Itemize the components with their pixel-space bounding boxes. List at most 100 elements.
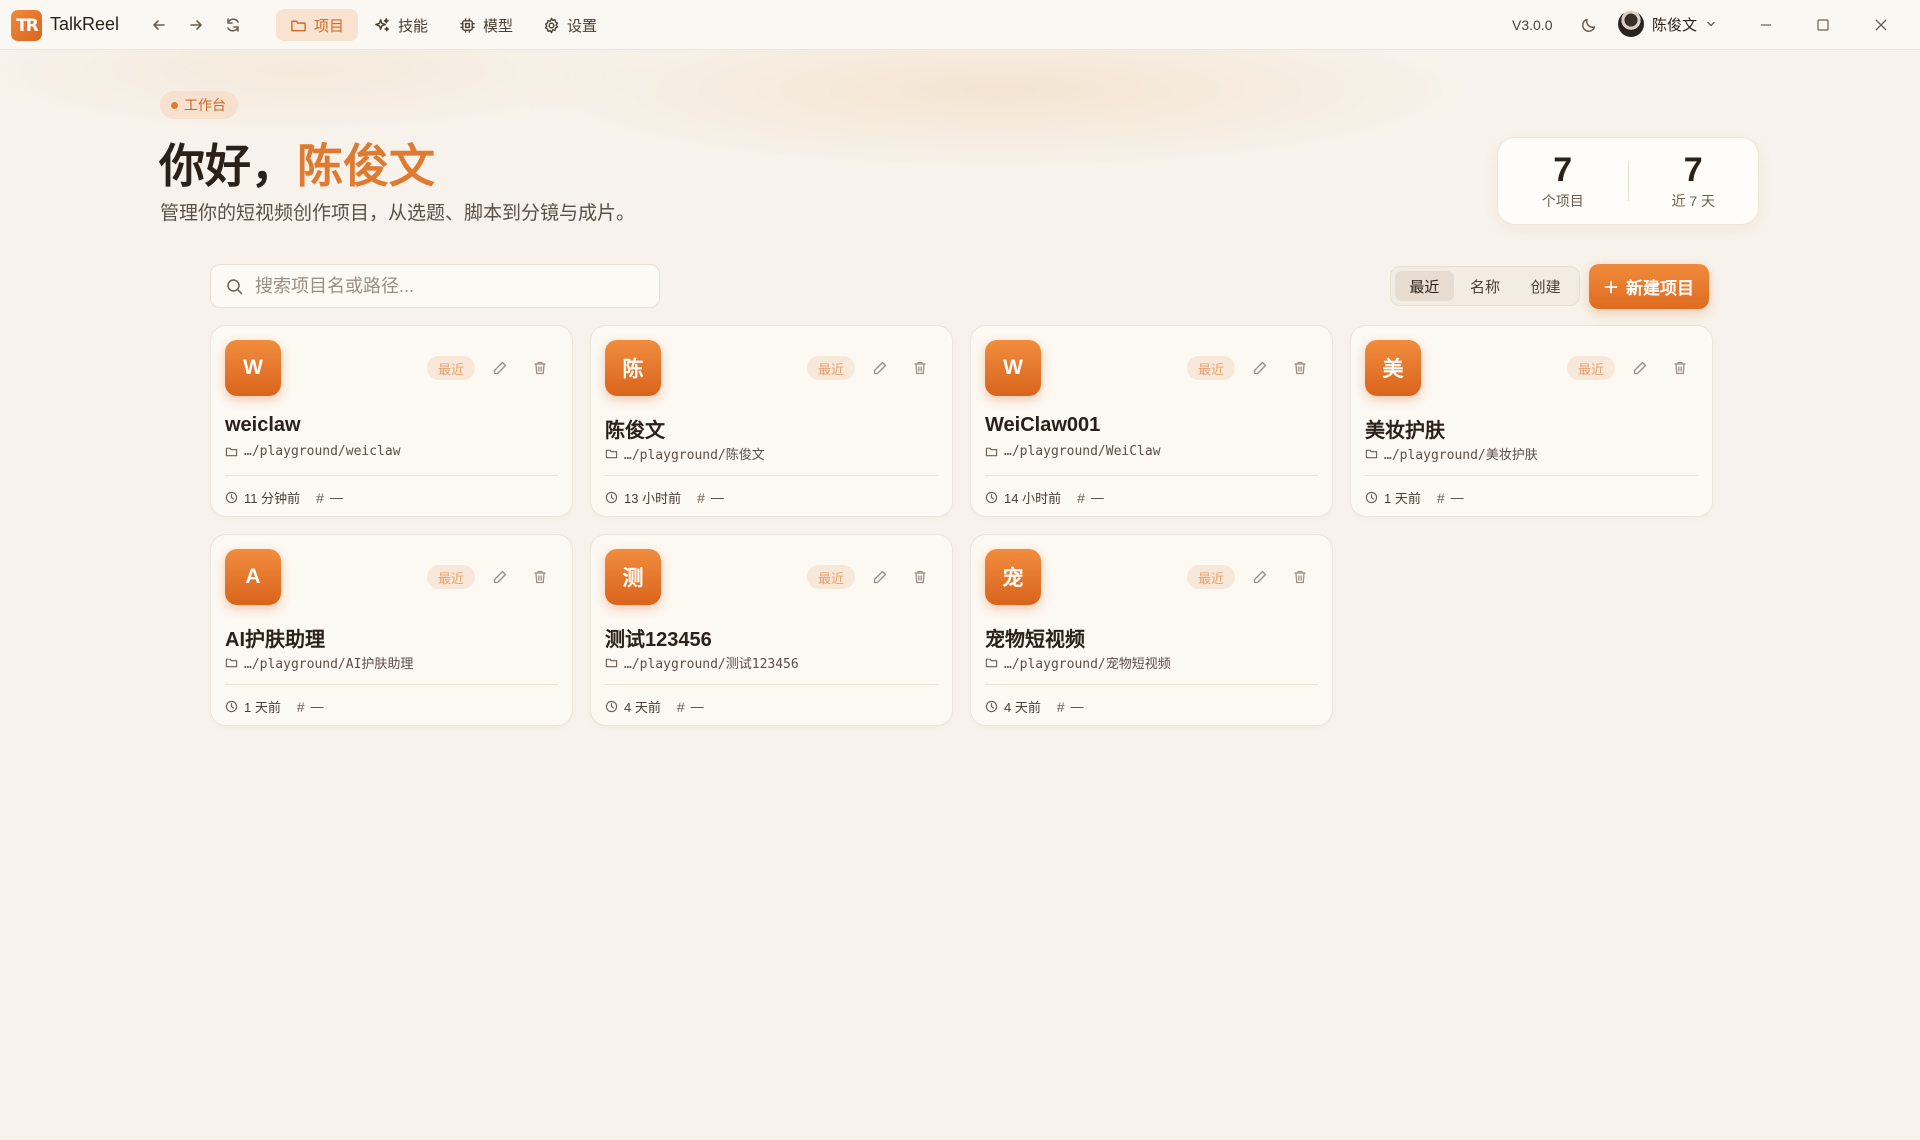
stat-recent-count: 7 近 7 天 xyxy=(1629,151,1759,211)
sort-recent-button[interactable]: 最近 xyxy=(1395,271,1454,301)
chevron-down-icon xyxy=(1707,21,1715,27)
edit-icon[interactable] xyxy=(870,567,890,587)
project-card[interactable]: W 最近 weiclaw …/playground/weiclaw 11 分钟前… xyxy=(210,325,573,517)
tab-skills[interactable]: 技能 xyxy=(360,9,442,41)
edit-icon[interactable] xyxy=(1250,358,1270,378)
stat-value: 7 xyxy=(1683,151,1703,189)
moon-icon[interactable] xyxy=(1578,14,1600,36)
folder-icon xyxy=(985,658,998,668)
sort-toggle: 最近 名称 创建 xyxy=(1390,266,1580,306)
project-card[interactable]: A 最近 AI护肤助理 …/playground/AI护肤助理 1 天前 # — xyxy=(210,534,573,726)
project-path: …/playground/美妆护肤 xyxy=(1365,444,1538,463)
search-icon xyxy=(227,278,243,294)
project-card[interactable]: W 最近 WeiClaw001 …/playground/WeiClaw 14 … xyxy=(970,325,1333,517)
project-card[interactable]: 测 最近 测试123456 …/playground/测试123456 4 天前… xyxy=(590,534,953,726)
recent-badge: 最近 xyxy=(807,565,856,589)
new-project-button[interactable]: 新建项目 xyxy=(1589,264,1709,309)
recent-badge: 最近 xyxy=(427,356,476,380)
project-card[interactable]: 美 最近 美妆护肤 …/playground/美妆护肤 1 天前 # — xyxy=(1350,325,1713,517)
folder-icon xyxy=(1365,449,1378,459)
user-menu[interactable]: 陈俊文 xyxy=(1618,11,1717,37)
project-path-text: …/playground/测试123456 xyxy=(624,657,799,672)
hash-icon: # xyxy=(1077,489,1085,506)
tab-settings[interactable]: 设置 xyxy=(529,9,611,41)
project-avatar: W xyxy=(225,340,281,396)
workspace-tag: 工作台 xyxy=(160,91,238,119)
tab-models[interactable]: 模型 xyxy=(445,9,527,41)
cpu-icon xyxy=(460,17,475,33)
card-divider xyxy=(985,684,1318,685)
project-meta: 1 天前 # — xyxy=(225,697,324,716)
project-path-text: …/playground/宠物短视频 xyxy=(1004,657,1171,672)
project-path: …/playground/宠物短视频 xyxy=(985,653,1171,672)
tag-dot xyxy=(171,101,178,109)
clock-icon xyxy=(1365,491,1378,504)
plus-icon xyxy=(1604,280,1618,293)
title-bar: TR TalkReel 项目 技能 模型 设置 V3.0.0 陈俊文 xyxy=(0,0,1920,50)
maximize-icon[interactable] xyxy=(1811,13,1835,37)
project-path-text: …/playground/AI护肤助理 xyxy=(244,657,414,672)
back-arrow-icon[interactable] xyxy=(148,14,170,36)
edit-icon[interactable] xyxy=(1250,567,1270,587)
forward-arrow-icon[interactable] xyxy=(185,14,207,36)
recent-badge: 最近 xyxy=(1187,565,1236,589)
minimize-icon[interactable] xyxy=(1754,13,1778,37)
project-meta: 11 分钟前 # — xyxy=(225,488,343,507)
delete-icon[interactable] xyxy=(1290,567,1310,587)
project-tag: — xyxy=(690,699,704,714)
project-avatar: A xyxy=(225,549,281,605)
sort-created-button[interactable]: 创建 xyxy=(1516,271,1575,301)
refresh-icon[interactable] xyxy=(222,14,244,36)
tab-models-label: 模型 xyxy=(483,17,514,35)
project-meta: 4 天前 # — xyxy=(985,697,1084,716)
project-title: WeiClaw001 xyxy=(985,414,1101,436)
delete-icon[interactable] xyxy=(1290,358,1310,378)
edit-icon[interactable] xyxy=(1630,358,1650,378)
delete-icon[interactable] xyxy=(530,358,550,378)
project-meta: 13 小时前 # — xyxy=(605,488,724,507)
project-title: 宠物短视频 xyxy=(985,629,1085,651)
app-name: TalkReel xyxy=(50,14,120,34)
stat-label: 近 7 天 xyxy=(1671,193,1716,209)
delete-icon[interactable] xyxy=(530,567,550,587)
delete-icon[interactable] xyxy=(910,358,930,378)
project-tag: — xyxy=(710,490,724,505)
hash-icon: # xyxy=(1436,489,1445,506)
project-path-text: …/playground/weiclaw xyxy=(244,444,401,459)
card-divider xyxy=(985,475,1318,476)
hash-icon: # xyxy=(697,489,705,506)
search-box xyxy=(210,264,660,308)
edit-icon[interactable] xyxy=(490,567,510,587)
avatar xyxy=(1618,11,1644,37)
page-title: 你好，陈俊文 xyxy=(159,130,435,196)
card-divider xyxy=(1365,475,1698,476)
project-card[interactable]: 陈 最近 陈俊文 …/playground/陈俊文 13 小时前 # — xyxy=(590,325,953,517)
project-tag: — xyxy=(1090,490,1104,505)
hash-icon: # xyxy=(316,489,324,506)
folder-icon xyxy=(225,447,238,457)
project-time: 13 小时前 xyxy=(624,491,682,506)
delete-icon[interactable] xyxy=(910,567,930,587)
sort-name-button[interactable]: 名称 xyxy=(1456,271,1515,301)
project-tag: — xyxy=(310,699,324,714)
project-avatar: W xyxy=(985,340,1041,396)
recent-badge: 最近 xyxy=(1567,356,1616,380)
delete-icon[interactable] xyxy=(1670,358,1690,378)
project-time: 4 天前 xyxy=(1004,700,1041,715)
stat-label: 个项目 xyxy=(1541,193,1584,209)
clock-icon xyxy=(985,700,998,713)
edit-icon[interactable] xyxy=(490,358,510,378)
close-icon[interactable] xyxy=(1869,13,1893,37)
greeting-name: 陈俊文 xyxy=(297,139,435,193)
project-path: …/playground/AI护肤助理 xyxy=(225,653,413,672)
project-time: 11 分钟前 xyxy=(244,491,301,506)
edit-icon[interactable] xyxy=(870,358,890,378)
folder-icon xyxy=(225,658,238,668)
user-name: 陈俊文 xyxy=(1652,16,1698,34)
project-path-text: …/playground/陈俊文 xyxy=(624,448,765,463)
tab-projects[interactable]: 项目 xyxy=(276,9,359,41)
project-title: AI护肤助理 xyxy=(225,629,325,651)
stats-panel: 7 个项目 7 近 7 天 xyxy=(1497,137,1759,225)
project-card[interactable]: 宠 最近 宠物短视频 …/playground/宠物短视频 4 天前 # — xyxy=(970,534,1333,726)
search-input[interactable] xyxy=(255,275,635,297)
